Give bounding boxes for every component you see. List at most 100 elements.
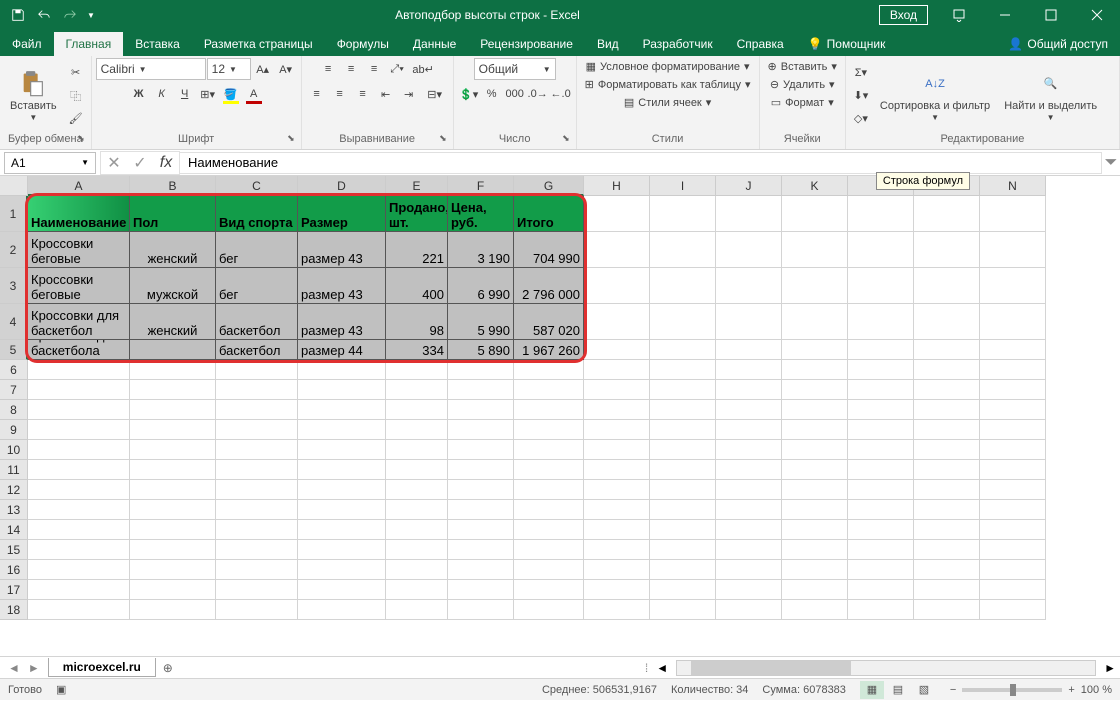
- cell[interactable]: [782, 196, 848, 232]
- tab-view[interactable]: Вид: [585, 32, 631, 56]
- tab-review[interactable]: Рецензирование: [468, 32, 585, 56]
- cell[interactable]: [130, 380, 216, 400]
- cell[interactable]: [716, 360, 782, 380]
- cell[interactable]: [914, 600, 980, 620]
- conditional-format-button[interactable]: ▦Условное форматирование▾: [582, 58, 754, 75]
- table-data-cell[interactable]: 704 990: [514, 232, 584, 268]
- tab-insert[interactable]: Вставка: [123, 32, 192, 56]
- cell[interactable]: [650, 520, 716, 540]
- tab-layout[interactable]: Разметка страницы: [192, 32, 325, 56]
- cell[interactable]: [386, 360, 448, 380]
- row-headers[interactable]: 123456789101112131415161718: [0, 196, 28, 620]
- table-data-cell[interactable]: Кроссовки беговые: [28, 268, 130, 304]
- cell[interactable]: [514, 460, 584, 480]
- cell[interactable]: [584, 420, 650, 440]
- cell[interactable]: [584, 480, 650, 500]
- cell[interactable]: [782, 600, 848, 620]
- cell[interactable]: [216, 600, 298, 620]
- row-header[interactable]: 3: [0, 268, 28, 304]
- cell[interactable]: [914, 580, 980, 600]
- cell[interactable]: [716, 500, 782, 520]
- number-format-combo[interactable]: Общий▼: [474, 58, 556, 80]
- table-data-cell[interactable]: 334: [386, 340, 448, 360]
- table-data-cell[interactable]: бег: [216, 268, 298, 304]
- redo-icon[interactable]: [58, 3, 82, 27]
- table-data-cell[interactable]: размер 43: [298, 304, 386, 340]
- cell[interactable]: [650, 380, 716, 400]
- cell[interactable]: [716, 540, 782, 560]
- orientation-icon[interactable]: ⤢▾: [386, 58, 408, 80]
- cell[interactable]: [782, 540, 848, 560]
- cell[interactable]: [848, 540, 914, 560]
- cell[interactable]: [650, 440, 716, 460]
- format-as-table-button[interactable]: ⊞Форматировать как таблицу▾: [581, 76, 755, 93]
- formula-input[interactable]: Наименование: [180, 152, 1102, 174]
- cell[interactable]: [650, 400, 716, 420]
- table-data-cell[interactable]: [130, 340, 216, 360]
- cell[interactable]: [848, 600, 914, 620]
- row-header[interactable]: 2: [0, 232, 28, 268]
- cell[interactable]: [716, 440, 782, 460]
- cell[interactable]: [28, 520, 130, 540]
- cell[interactable]: [914, 304, 980, 340]
- cell-styles-button[interactable]: ▤Стили ячеек▾: [620, 94, 715, 111]
- cell[interactable]: [980, 580, 1046, 600]
- column-header[interactable]: B: [130, 176, 216, 196]
- cell[interactable]: [848, 380, 914, 400]
- zoom-in-icon[interactable]: +: [1068, 684, 1074, 696]
- cell[interactable]: [914, 420, 980, 440]
- cell[interactable]: [584, 520, 650, 540]
- spreadsheet-grid[interactable]: ABCDEFGHIJKLMN 1234567891011121314151617…: [0, 176, 1120, 656]
- cell[interactable]: [782, 360, 848, 380]
- cell[interactable]: [782, 440, 848, 460]
- table-data-cell[interactable]: баскетбол: [216, 304, 298, 340]
- cell[interactable]: [298, 600, 386, 620]
- cell[interactable]: [448, 540, 514, 560]
- cell[interactable]: [914, 340, 980, 360]
- cell[interactable]: [782, 520, 848, 540]
- cancel-formula-icon[interactable]: ✕: [101, 152, 127, 174]
- cell[interactable]: [28, 560, 130, 580]
- cell[interactable]: [216, 380, 298, 400]
- shrink-font-icon[interactable]: A▾: [275, 58, 297, 80]
- cell[interactable]: [298, 420, 386, 440]
- cell[interactable]: [716, 600, 782, 620]
- row-header[interactable]: 10: [0, 440, 28, 460]
- paste-button[interactable]: Вставить ▼: [4, 66, 63, 125]
- cell[interactable]: [782, 500, 848, 520]
- row-header[interactable]: 7: [0, 380, 28, 400]
- cell[interactable]: [298, 560, 386, 580]
- row-header[interactable]: 12: [0, 480, 28, 500]
- row-header[interactable]: 13: [0, 500, 28, 520]
- row-header[interactable]: 9: [0, 420, 28, 440]
- column-header[interactable]: J: [716, 176, 782, 196]
- currency-icon[interactable]: 💲▾: [458, 83, 480, 105]
- cell[interactable]: [448, 440, 514, 460]
- cell[interactable]: [130, 400, 216, 420]
- cell[interactable]: [130, 580, 216, 600]
- align-center-icon[interactable]: ≡: [329, 83, 351, 105]
- cell[interactable]: [514, 420, 584, 440]
- cell[interactable]: [386, 560, 448, 580]
- cell[interactable]: [914, 520, 980, 540]
- table-data-cell[interactable]: 400: [386, 268, 448, 304]
- hscroll-right-icon[interactable]: ►: [1104, 661, 1116, 675]
- table-data-cell[interactable]: 5 890: [448, 340, 514, 360]
- cell[interactable]: [716, 304, 782, 340]
- cell[interactable]: [716, 268, 782, 304]
- cell[interactable]: [650, 232, 716, 268]
- cell[interactable]: [650, 196, 716, 232]
- cell[interactable]: [914, 560, 980, 580]
- column-header[interactable]: K: [782, 176, 848, 196]
- cell[interactable]: [650, 460, 716, 480]
- cell[interactable]: [716, 232, 782, 268]
- cell[interactable]: [584, 400, 650, 420]
- cell[interactable]: [448, 380, 514, 400]
- cell[interactable]: [298, 520, 386, 540]
- cell[interactable]: [980, 304, 1046, 340]
- underline-button[interactable]: Ч: [174, 83, 196, 105]
- cell[interactable]: [386, 460, 448, 480]
- cell[interactable]: [650, 480, 716, 500]
- share-button[interactable]: 👤 Общий доступ: [996, 32, 1120, 56]
- table-data-cell[interactable]: Кроссовки для баскетбол: [28, 304, 130, 340]
